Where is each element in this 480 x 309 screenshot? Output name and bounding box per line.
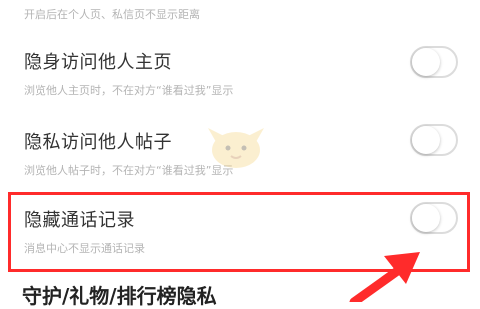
hidden-profile-visit-toggle[interactable]	[410, 46, 458, 78]
section-heading: 守护/礼物/排行榜隐私	[22, 284, 217, 308]
toggle-knob	[412, 126, 440, 154]
toggle-knob	[412, 48, 440, 76]
red-arrow-icon	[349, 252, 420, 302]
setting-title: 隐私访问他人帖子	[24, 132, 172, 153]
setting-row-hidden-profile-visit: 隐身访问他人主页 浏览他人主页时，不在对方“谁看过我”显示	[0, 46, 480, 128]
setting-title: 隐身访问他人主页	[24, 52, 172, 73]
location-privacy-description: 开启后在个人页、私信页不显示距离	[24, 8, 200, 21]
setting-description: 浏览他人主页时，不在对方“谁看过我”显示	[24, 84, 234, 97]
mascot-icon	[208, 128, 264, 168]
private-post-visit-toggle[interactable]	[410, 124, 458, 156]
